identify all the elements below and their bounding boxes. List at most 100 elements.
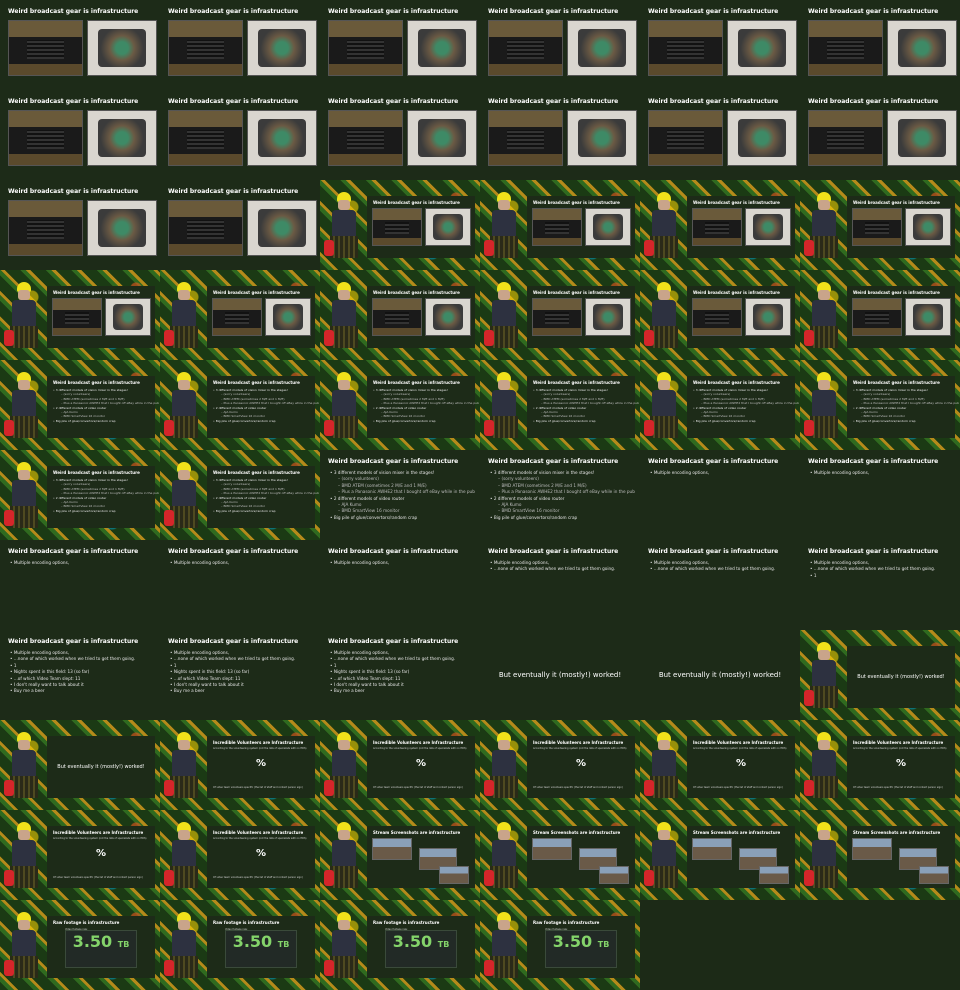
slide-thumbnail[interactable]: Weird broadcast gear is infrastructure • … (640, 540, 800, 630)
bullet-text: Multiple encoding options, (333, 650, 390, 655)
speaker-head (818, 200, 830, 210)
slide-thumbnail[interactable]: Weird broadcast gear is infrastructure • … (480, 540, 640, 630)
slide-thumbnail[interactable]: Weird broadcast gear is infrastructure • … (320, 630, 480, 720)
speaker-body (12, 840, 36, 868)
slide-thumbnail[interactable]: Weird broadcast gear is infrastructure (800, 0, 960, 90)
slide-thumbnail[interactable]: Incredible Volunteers are Infrastructure… (160, 810, 320, 900)
slide-thumbnail[interactable]: Weird broadcast gear is infrastructure • … (800, 360, 960, 450)
bullet-text: BMD SmartView 16 monitor (341, 508, 400, 514)
speaker-red (4, 420, 14, 436)
slide-content: Stream Screenshots are infrastructure (847, 826, 955, 888)
slide-thumbnail[interactable]: Stream Screenshots are infrastructure (480, 810, 640, 900)
slide-thumbnail[interactable]: Weird broadcast gear is infrastructure • … (160, 360, 320, 450)
slide-thumbnail[interactable]: Raw footage is infrastructureVideo foota… (480, 900, 640, 990)
bullet-text: Plus a Panasonic AWHE2 that I bought off… (63, 401, 160, 406)
slide-thumbnail[interactable]: Weird broadcast gear is infrastructure (480, 90, 640, 180)
slide-title: Weird broadcast gear is infrastructure (533, 200, 620, 205)
slide-thumbnail[interactable]: Weird broadcast gear is infrastructure • … (320, 540, 480, 630)
slide-thumbnail[interactable]: Weird broadcast gear is infrastructure • … (0, 450, 160, 540)
slide-thumbnail[interactable]: Weird broadcast gear is infrastructure (0, 0, 160, 90)
slide-thumbnail[interactable]: But eventually it (mostly!) worked! (800, 630, 960, 720)
slide-thumbnail[interactable]: Raw footage is infrastructureVideo foota… (160, 900, 320, 990)
slide-thumbnail[interactable]: But eventually it (mostly!) worked! (480, 630, 640, 720)
slide-thumbnail[interactable]: Weird broadcast gear is infrastructure (160, 270, 320, 360)
slide-thumbnail[interactable]: Weird broadcast gear is infrastructure (320, 180, 480, 270)
speaker-head (178, 470, 190, 480)
footage-unit: TB (437, 940, 450, 949)
slide-thumbnail[interactable]: Incredible Volunteers are Infrastructure… (320, 720, 480, 810)
slide-title: Weird broadcast gear is infrastructure (648, 548, 779, 555)
slide-thumbnail[interactable]: Weird broadcast gear is infrastructure (0, 90, 160, 180)
slide-thumbnail[interactable]: Incredible Volunteers are Infrastructure… (160, 720, 320, 810)
footage-size: 3.50 TB (47, 932, 155, 951)
slide-thumbnail[interactable]: Weird broadcast gear is infrastructure (160, 180, 320, 270)
slide-thumbnail[interactable]: Weird broadcast gear is infrastructure • … (320, 360, 480, 450)
slide-thumbnail[interactable]: Weird broadcast gear is infrastructure (0, 180, 160, 270)
slide-thumbnail[interactable]: Weird broadcast gear is infrastructure (320, 0, 480, 90)
slide-thumbnail[interactable]: Weird broadcast gear is infrastructure • … (160, 450, 320, 540)
slide-thumbnail[interactable]: Weird broadcast gear is infrastructure • … (160, 630, 320, 720)
speaker-head (818, 290, 830, 300)
slide-thumbnail[interactable]: Stream Screenshots are infrastructure (800, 810, 960, 900)
bullet-text: AJA Kumo (543, 410, 558, 415)
slide-thumbnail[interactable]: Weird broadcast gear is infrastructure (640, 0, 800, 90)
slide-thumbnail[interactable]: Weird broadcast gear is infrastructure (800, 180, 960, 270)
slide-thumbnail[interactable]: Weird broadcast gear is infrastructure (800, 90, 960, 180)
slide-thumbnail[interactable]: Weird broadcast gear is infrastructure (0, 270, 160, 360)
slide-thumbnail[interactable]: Weird broadcast gear is infrastructure (160, 90, 320, 180)
slide-thumbnail[interactable]: Weird broadcast gear is infrastructure • … (320, 450, 480, 540)
slide-thumbnail[interactable]: Weird broadcast gear is infrastructure • … (0, 540, 160, 630)
slide-thumbnail[interactable]: But eventually it (mostly!) worked! (0, 720, 160, 810)
speaker-photo (164, 912, 204, 982)
slide-thumbnail[interactable]: Weird broadcast gear is infrastructure (160, 0, 320, 90)
worked-text: But eventually it (mostly!) worked! (498, 671, 622, 679)
slide-thumbnail[interactable]: Stream Screenshots are infrastructure (320, 810, 480, 900)
bullet-text: 3 different models of vision mixer in th… (375, 388, 448, 392)
slide-thumbnail[interactable]: Raw footage is infrastructureVideo foota… (0, 900, 160, 990)
slide-thumbnail[interactable]: Weird broadcast gear is infrastructure (480, 0, 640, 90)
slide-title: Weird broadcast gear is infrastructure (168, 638, 299, 645)
slide-thumbnail[interactable]: Weird broadcast gear is infrastructure • … (480, 450, 640, 540)
slide-thumbnail[interactable]: Weird broadcast gear is infrastructure (640, 180, 800, 270)
volunteers-footer: Of video team volunteers specific (the l… (53, 876, 143, 879)
slide-thumbnail[interactable]: Weird broadcast gear is infrastructure (480, 270, 640, 360)
slide-thumbnail[interactable]: Incredible Volunteers are Infrastructure… (800, 720, 960, 810)
slide-content: Weird broadcast gear is infrastructure • … (160, 540, 320, 630)
slide-thumbnail[interactable]: Weird broadcast gear is infrastructure • … (640, 360, 800, 450)
slide-thumbnail[interactable]: Weird broadcast gear is infrastructure (640, 90, 800, 180)
slide-title: Weird broadcast gear is infrastructure (213, 290, 300, 295)
slide-thumbnail[interactable]: Weird broadcast gear is infrastructure • … (480, 360, 640, 450)
speaker-red (804, 870, 814, 886)
rack-photo (692, 208, 742, 246)
slide-thumbnail[interactable]: Weird broadcast gear is infrastructure (320, 90, 480, 180)
slide-thumbnail[interactable]: Weird broadcast gear is infrastructure (320, 270, 480, 360)
volunteers-footer: Of video team volunteers specific (the l… (213, 786, 303, 789)
slide-thumbnail[interactable]: Raw footage is infrastructureVideo foota… (320, 900, 480, 990)
slide-thumbnail[interactable]: Weird broadcast gear is infrastructure • … (800, 450, 960, 540)
slide-thumbnail[interactable]: But eventually it (mostly!) worked! (640, 630, 800, 720)
slide-thumbnail[interactable]: Weird broadcast gear is infrastructure • … (0, 630, 160, 720)
speaker-photo (484, 822, 524, 892)
slide-thumbnail[interactable]: Incredible Volunteers are Infrastructure… (0, 810, 160, 900)
slide-thumbnail[interactable]: Weird broadcast gear is infrastructure (480, 180, 640, 270)
cables-photo (905, 208, 951, 246)
bullet-text: (sorry volunteers) (501, 476, 539, 482)
slide-thumbnail[interactable]: Weird broadcast gear is infrastructure • … (0, 360, 160, 450)
slide-thumbnail[interactable]: Stream Screenshots are infrastructure (640, 810, 800, 900)
slide-content: Weird broadcast gear is infrastructure • … (847, 376, 959, 438)
rack-photo (168, 200, 243, 256)
slide-content: Stream Screenshots are infrastructure (367, 826, 475, 888)
bullet-text: 1 (813, 572, 817, 578)
speaker-red (324, 420, 334, 436)
slide-thumbnail[interactable]: Weird broadcast gear is infrastructure • … (640, 450, 800, 540)
slide-thumbnail[interactable]: Weird broadcast gear is infrastructure • … (160, 540, 320, 630)
slide-thumbnail[interactable]: Incredible Volunteers are Infrastructure… (480, 720, 640, 810)
speaker-body (812, 210, 836, 238)
bullet-text: Multiple encoding options, (333, 560, 390, 565)
slide-thumbnail[interactable]: Weird broadcast gear is infrastructure (640, 270, 800, 360)
slide-content: Raw footage is infrastructureVideo foota… (207, 916, 315, 978)
slide-thumbnail[interactable]: Weird broadcast gear is infrastructure • … (800, 540, 960, 630)
bullet-text: (sorry volunteers) (63, 392, 91, 397)
slide-thumbnail[interactable]: Incredible Volunteers are Infrastructure… (640, 720, 800, 810)
slide-thumbnail[interactable]: Weird broadcast gear is infrastructure (800, 270, 960, 360)
